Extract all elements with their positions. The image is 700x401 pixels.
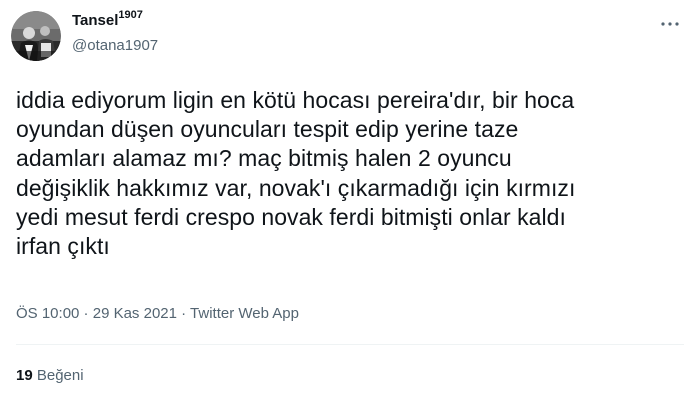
avatar-image [11,11,61,61]
tweet-text: iddia ediyorum ligin en kötü hocası pere… [16,87,576,260]
author-display-name[interactable]: Tansel1907 [72,10,158,29]
author-handle[interactable]: @otana1907 [72,38,158,53]
likes-count: 19 [16,367,33,384]
tweet-source[interactable]: Twitter Web App [190,305,299,322]
divider [16,344,684,345]
more-options-button[interactable] [658,14,682,34]
avatar[interactable] [11,11,61,61]
meta-separator: · [176,305,191,322]
display-name-text: Tansel [72,12,119,29]
author-block: Tansel1907 @otana1907 [72,10,158,54]
likes-label: Beğeni [36,367,84,384]
display-name-superscript: 1907 [118,9,143,21]
tweet-card: Tansel1907 @otana1907 iddia ediyorum lig… [0,0,700,401]
likes-link[interactable]: 19 Beğeni [16,367,84,384]
tweet-metadata: ÖS 10:00 · 29 Kas 2021 · Twitter Web App [16,305,299,322]
more-horizontal-icon [661,22,679,26]
meta-separator: · [79,305,93,322]
tweet-time[interactable]: ÖS 10:00 [16,305,79,322]
tweet-date[interactable]: 29 Kas 2021 [93,305,177,322]
